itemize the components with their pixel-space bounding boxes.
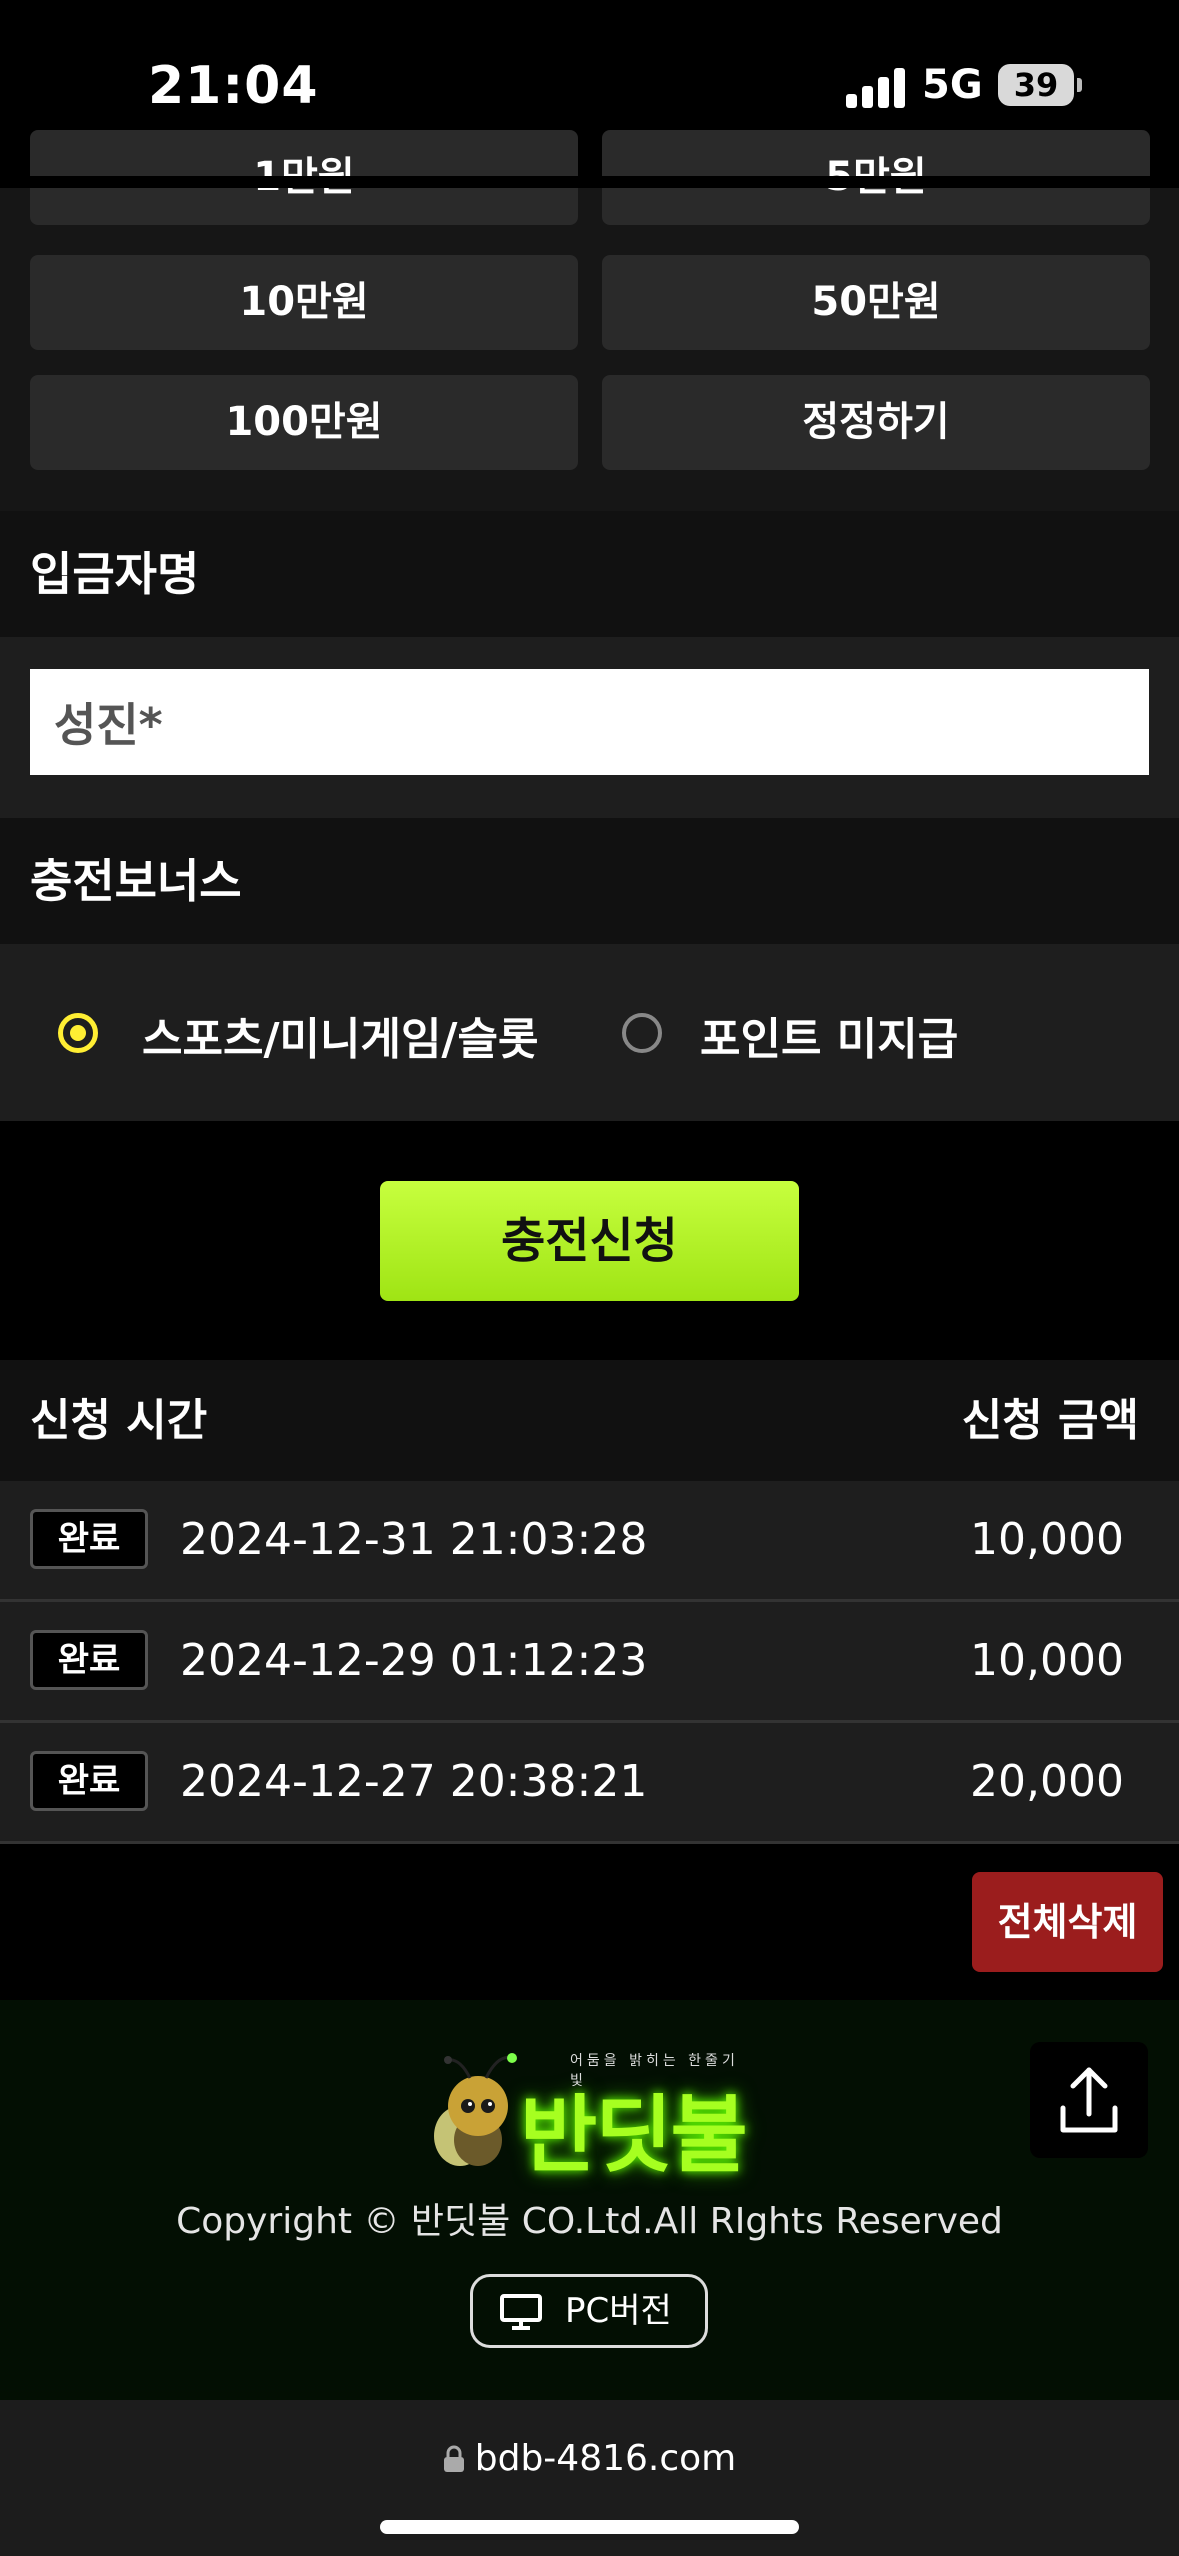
status-badge: 완료 xyxy=(30,1630,148,1690)
depositor-name-input[interactable] xyxy=(30,669,1149,775)
top-shadow xyxy=(0,176,1179,188)
battery-tip xyxy=(1077,78,1082,92)
firefly-mascot-icon xyxy=(434,2053,517,2166)
reset-amount-button[interactable]: 정정하기 xyxy=(602,375,1150,470)
monitor-icon xyxy=(500,2294,542,2330)
amount-button-500k[interactable]: 50만원 xyxy=(602,255,1150,350)
logo-tagline: 어둠을 밝히는 한줄기 빛 xyxy=(570,2053,739,2089)
amount-button-1m[interactable]: 100만원 xyxy=(30,375,578,470)
column-request-amount: 신청 금액 xyxy=(961,1395,1139,1446)
column-request-time: 신청 시간 xyxy=(30,1395,208,1446)
status-time: 21:04 xyxy=(148,56,319,116)
bonus-label: 충전보너스 xyxy=(0,818,1179,944)
delete-all-button[interactable]: 전체삭제 xyxy=(972,1872,1163,1972)
brand-logo: 반딧불 어둠을 밝히는 한줄기 빛 xyxy=(420,2048,760,2184)
home-indicator[interactable] xyxy=(380,2520,799,2534)
row-datetime: 2024-12-29 01:12:23 xyxy=(180,1635,648,1686)
lock-icon xyxy=(443,2445,464,2472)
pc-version-button[interactable]: PC버전 xyxy=(470,2274,708,2348)
copyright-text: Copyright © 반딧불 CO.Ltd.All RIghts Reserv… xyxy=(176,2201,1003,2242)
signal-icon xyxy=(846,66,906,108)
url-display[interactable]: bdb-4816.com xyxy=(0,2438,1179,2479)
battery-icon: 39 xyxy=(998,64,1074,106)
table-row: 완료 2024-12-31 21:03:28 10,000 xyxy=(0,1481,1179,1602)
share-upload-icon xyxy=(1060,2067,1118,2133)
scroll-top-button[interactable] xyxy=(1030,2042,1148,2158)
bonus-radio-no-point[interactable] xyxy=(622,1013,662,1053)
depositor-label: 입금자명 xyxy=(0,511,1179,637)
network-type: 5G xyxy=(922,62,983,108)
bonus-radio-sports[interactable] xyxy=(58,1013,98,1053)
row-amount: 10,000 xyxy=(970,1635,1124,1686)
charge-request-button[interactable]: 충전신청 xyxy=(380,1181,799,1301)
amount-button-100k[interactable]: 10만원 xyxy=(30,255,578,350)
table-row: 완료 2024-12-27 20:38:21 20,000 xyxy=(0,1723,1179,1844)
bonus-option-no-point-label[interactable]: 포인트 미지급 xyxy=(700,1003,958,1067)
row-amount: 20,000 xyxy=(970,1756,1124,1807)
amount-button-panel: 1만원 5만원 10만원 50만원 100만원 정정하기 xyxy=(0,130,1179,511)
pc-version-label[interactable]: PC버전 xyxy=(565,2277,672,2345)
status-badge: 완료 xyxy=(30,1751,148,1811)
table-row: 완료 2024-12-29 01:12:23 10,000 xyxy=(0,1602,1179,1723)
status-badge: 완료 xyxy=(30,1509,148,1569)
bonus-option-sports-label[interactable]: 스포츠/미니게임/슬롯 xyxy=(142,1003,538,1067)
row-amount: 10,000 xyxy=(970,1514,1124,1565)
url-text: bdb-4816.com xyxy=(474,2438,737,2479)
row-datetime: 2024-12-31 21:03:28 xyxy=(180,1514,648,1565)
row-datetime: 2024-12-27 20:38:21 xyxy=(180,1756,648,1807)
